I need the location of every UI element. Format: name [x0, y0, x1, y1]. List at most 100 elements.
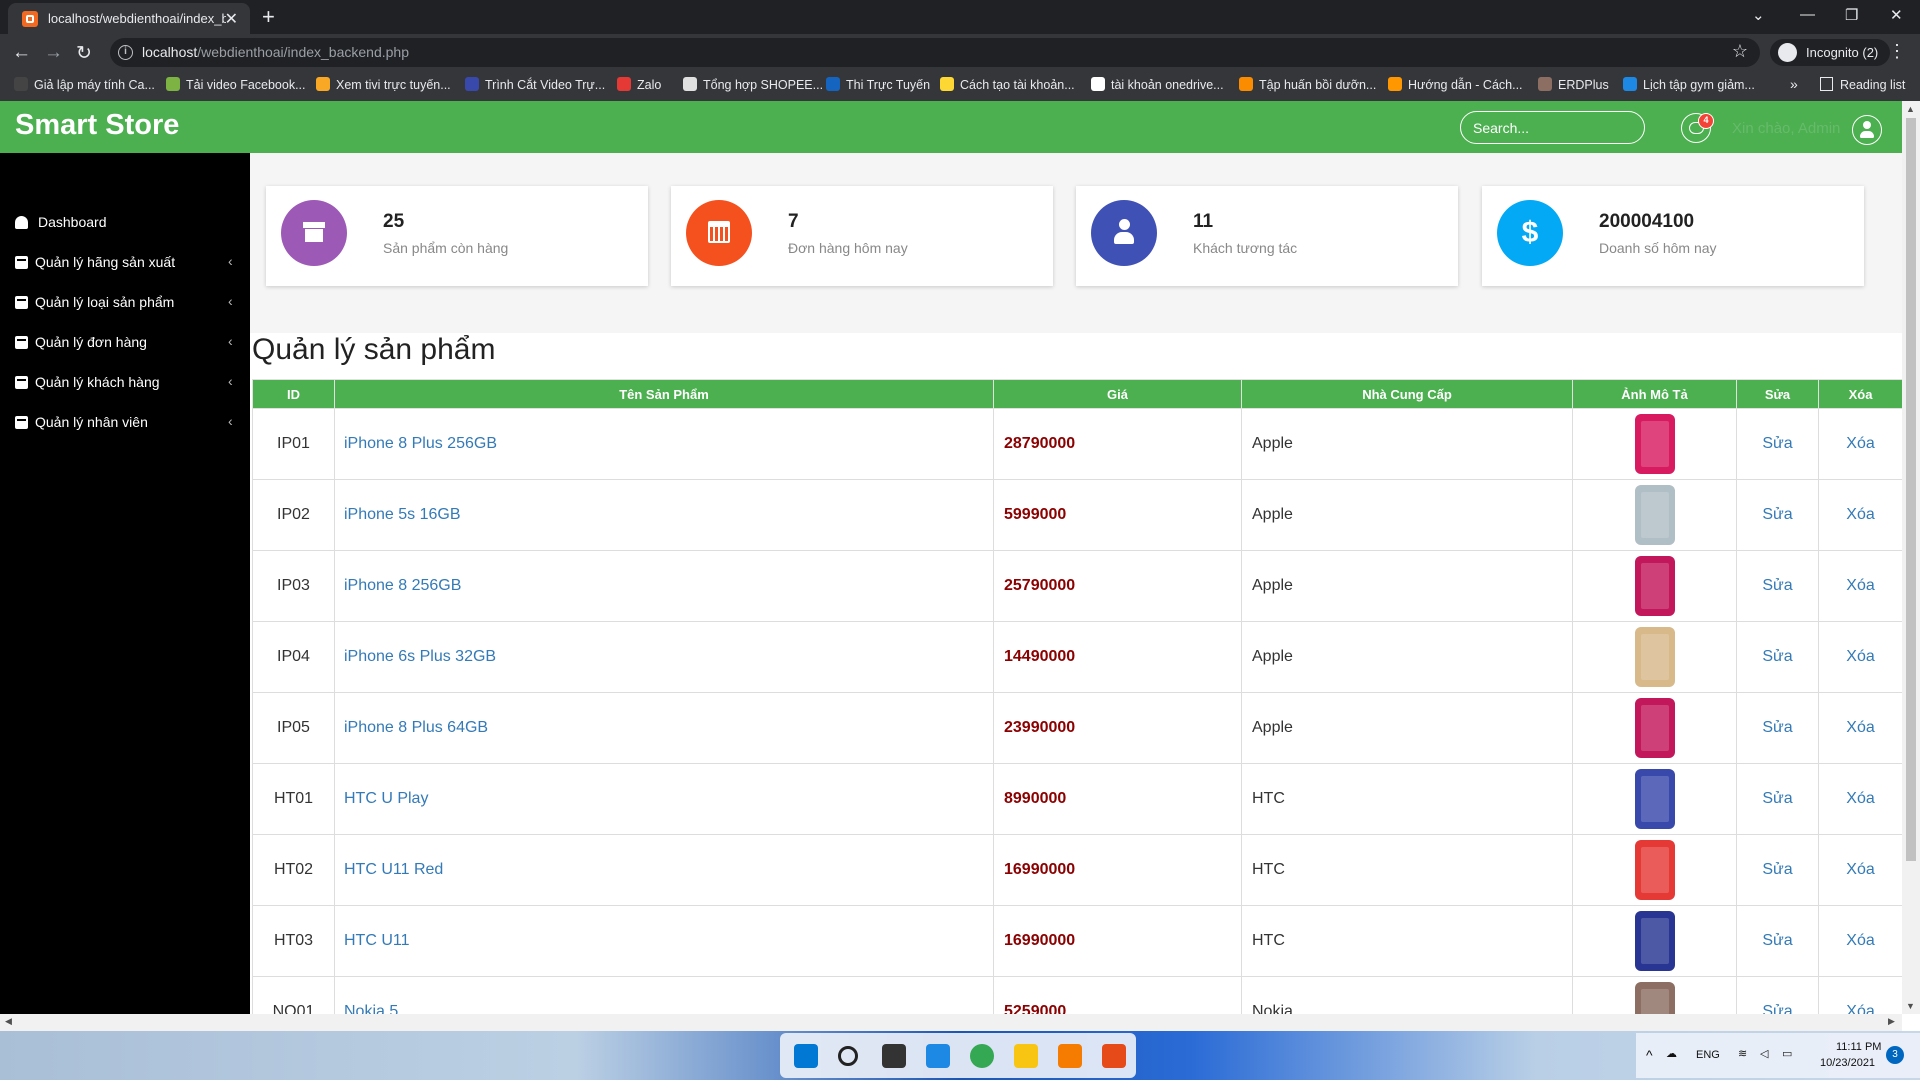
- onedrive-icon[interactable]: ☁: [1666, 1047, 1677, 1060]
- delete-link[interactable]: Xóa: [1818, 408, 1902, 480]
- bookmark-item[interactable]: Tổng hợp SHOPEE...: [683, 77, 823, 92]
- notification-badge[interactable]: 3: [1886, 1046, 1904, 1064]
- horizontal-scrollbar[interactable]: ◀ ▶: [0, 1014, 1902, 1031]
- vertical-scrollbar[interactable]: ▲ ▼: [1902, 101, 1920, 1014]
- wifi-icon[interactable]: ≋: [1738, 1047, 1747, 1060]
- battery-icon[interactable]: ▭: [1782, 1047, 1792, 1060]
- bookmark-item[interactable]: Trình Cắt Video Trự...: [465, 77, 605, 92]
- bookmark-item[interactable]: ERDPlus: [1538, 77, 1609, 92]
- tab-search-icon[interactable]: ⌄: [1752, 6, 1765, 24]
- delete-link[interactable]: Xóa: [1818, 763, 1902, 835]
- site-info-icon[interactable]: i: [118, 45, 133, 60]
- clock-time[interactable]: 11:11 PM: [1836, 1041, 1881, 1053]
- chevron-left-icon: ‹: [228, 293, 233, 309]
- bookmark-item[interactable]: Thi Trực Tuyến: [826, 77, 930, 92]
- delete-link[interactable]: Xóa: [1818, 834, 1902, 906]
- edit-link[interactable]: Sửa: [1736, 621, 1819, 693]
- product-name-link[interactable]: iPhone 6s Plus 32GB: [334, 621, 994, 693]
- sidebar-item-product-types[interactable]: Quản lý loại sản phẩm ‹: [0, 284, 250, 324]
- bookmark-item[interactable]: Xem tivi trực tuyến...: [316, 77, 451, 92]
- product-price: 5999000: [993, 479, 1242, 551]
- omnibox[interactable]: i localhost/webdienthoai/index_backend.p…: [110, 38, 1760, 67]
- product-name-link[interactable]: Nokia 5: [334, 976, 994, 1014]
- bookmarks-overflow-icon[interactable]: »: [1790, 76, 1798, 92]
- language-indicator[interactable]: ENG: [1696, 1049, 1720, 1061]
- product-name-link[interactable]: HTC U11 Red: [334, 834, 994, 906]
- forward-icon[interactable]: →: [44, 42, 63, 64]
- bookmark-star-icon[interactable]: ☆: [1732, 41, 1748, 62]
- search-input[interactable]: [1460, 111, 1645, 144]
- sidebar-item-customers[interactable]: Quản lý khách hàng ‹: [0, 364, 250, 404]
- bookmark-item[interactable]: Lịch tập gym giảm...: [1623, 77, 1755, 92]
- product-price: 28790000: [993, 408, 1242, 480]
- task-view-icon[interactable]: [882, 1044, 906, 1068]
- edit-link[interactable]: Sửa: [1736, 834, 1819, 906]
- tab-close-icon[interactable]: ✕: [225, 9, 238, 29]
- back-icon[interactable]: ←: [12, 42, 31, 64]
- sidebar-item-dashboard[interactable]: Dashboard: [0, 204, 250, 244]
- scroll-down-icon[interactable]: ▼: [1906, 1001, 1915, 1011]
- product-image-cell: [1572, 834, 1737, 906]
- bookmark-item[interactable]: Zalo: [617, 77, 661, 92]
- file-explorer-icon[interactable]: [1014, 1044, 1038, 1068]
- volume-icon[interactable]: ◁: [1760, 1047, 1768, 1060]
- bookmark-item[interactable]: Tập huấn bồi dưỡn...: [1239, 77, 1376, 92]
- edit-link[interactable]: Sửa: [1736, 408, 1819, 480]
- search-icon[interactable]: [838, 1046, 858, 1066]
- edit-link[interactable]: Sửa: [1736, 479, 1819, 551]
- browser-tab[interactable]: localhost/webdienthoai/index_ba ✕: [8, 3, 250, 34]
- sublime-text-icon[interactable]: [1058, 1044, 1082, 1068]
- reload-icon[interactable]: ↻: [76, 42, 92, 65]
- scroll-up-icon[interactable]: ▲: [1906, 104, 1915, 114]
- bookmark-item[interactable]: Tải video Facebook...: [166, 77, 306, 92]
- delete-link[interactable]: Xóa: [1818, 479, 1902, 551]
- widgets-icon[interactable]: [926, 1044, 950, 1068]
- bookmark-item[interactable]: tài khoản onedrive...: [1091, 77, 1224, 92]
- start-icon[interactable]: [794, 1044, 818, 1068]
- bookmark-item[interactable]: Cách tạo tài khoản...: [940, 77, 1075, 92]
- product-name-link[interactable]: HTC U11: [334, 905, 994, 977]
- bookmark-label: Hướng dẫn - Cách...: [1408, 78, 1523, 92]
- delete-link[interactable]: Xóa: [1818, 905, 1902, 977]
- browser-menu-icon[interactable]: ⋮: [1888, 41, 1906, 62]
- url-text[interactable]: localhost/webdienthoai/index_backend.php: [142, 44, 409, 60]
- bookmark-item[interactable]: Hướng dẫn - Cách...: [1388, 77, 1523, 92]
- delete-link[interactable]: Xóa: [1818, 692, 1902, 764]
- bookmark-favicon-icon: [1239, 77, 1253, 91]
- brand-logo[interactable]: Smart Store: [15, 109, 179, 142]
- sidebar-item-orders[interactable]: Quản lý đơn hàng ‹: [0, 324, 250, 364]
- product-id: IP01: [252, 408, 335, 480]
- bookmark-item[interactable]: Giả lập máy tính Ca...: [14, 77, 155, 92]
- delete-link[interactable]: Xóa: [1818, 550, 1902, 622]
- reading-list[interactable]: Reading list: [1820, 77, 1905, 92]
- tray-overflow-icon[interactable]: ^: [1646, 1047, 1653, 1063]
- product-name-link[interactable]: iPhone 8 256GB: [334, 550, 994, 622]
- clock-date[interactable]: 10/23/2021: [1820, 1057, 1875, 1069]
- scroll-left-icon[interactable]: ◀: [5, 1016, 12, 1027]
- edit-link[interactable]: Sửa: [1736, 550, 1819, 622]
- product-name-link[interactable]: iPhone 8 Plus 256GB: [334, 408, 994, 480]
- edit-link[interactable]: Sửa: [1736, 905, 1819, 977]
- product-image: [1634, 769, 1675, 829]
- edit-link[interactable]: Sửa: [1736, 692, 1819, 764]
- incognito-indicator[interactable]: Incognito (2): [1770, 39, 1891, 66]
- chrome-icon[interactable]: [970, 1044, 994, 1068]
- delete-link[interactable]: Xóa: [1818, 621, 1902, 693]
- minimize-icon[interactable]: —: [1800, 6, 1815, 23]
- scroll-thumb[interactable]: [1906, 118, 1916, 861]
- product-name-link[interactable]: iPhone 8 Plus 64GB: [334, 692, 994, 764]
- page-title: Quản lý sản phẩm: [252, 333, 496, 366]
- edit-link[interactable]: Sửa: [1736, 976, 1819, 1014]
- restore-icon[interactable]: ❐: [1845, 6, 1858, 24]
- window-close-icon[interactable]: ✕: [1890, 6, 1903, 24]
- delete-link[interactable]: Xóa: [1818, 976, 1902, 1014]
- xampp-icon[interactable]: [1102, 1044, 1126, 1068]
- edit-link[interactable]: Sửa: [1736, 763, 1819, 835]
- user-avatar-icon[interactable]: [1852, 115, 1882, 145]
- sidebar-item-employees[interactable]: Quản lý nhân viên ‹: [0, 404, 250, 444]
- product-name-link[interactable]: HTC U Play: [334, 763, 994, 835]
- product-name-link[interactable]: iPhone 5s 16GB: [334, 479, 994, 551]
- new-tab-icon[interactable]: +: [262, 4, 275, 30]
- scroll-right-icon[interactable]: ▶: [1888, 1016, 1895, 1027]
- sidebar-item-manufacturers[interactable]: Quản lý hãng sản xuất ‹: [0, 244, 250, 284]
